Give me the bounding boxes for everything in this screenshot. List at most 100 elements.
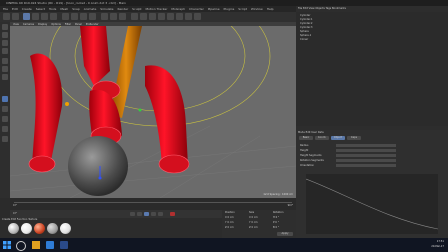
red-tube-right[interactable] (145, 65, 188, 166)
object-row-5[interactable]: Sphere (300, 30, 309, 33)
coord-pos-z[interactable]: Z 0 cm (225, 226, 234, 229)
red-tube-top[interactable] (80, 26, 110, 86)
live-selection-icon[interactable] (23, 13, 30, 20)
axis-mode-icon[interactable] (2, 48, 8, 54)
attr-tab-basic[interactable]: Basic (299, 136, 313, 140)
browser-icon[interactable] (46, 241, 54, 249)
redo-icon[interactable] (12, 13, 19, 20)
coord-size-x[interactable]: X 0 cm (249, 216, 258, 219)
material-menu-create[interactable]: Create (2, 218, 10, 221)
material-menu-texture[interactable]: Texture (28, 218, 37, 221)
solo-icon[interactable] (2, 136, 8, 142)
material-swatch-1[interactable] (8, 223, 19, 234)
axis-gizmo-point[interactable] (138, 108, 142, 112)
attr-tab-caps[interactable]: Caps (347, 136, 361, 140)
z-axis-icon[interactable] (80, 13, 87, 20)
om-menu-edit[interactable]: Edit (303, 7, 308, 10)
attr-menu-edit[interactable]: Edit (306, 131, 311, 134)
y-axis-icon[interactable] (71, 13, 78, 20)
apply-button[interactable]: Apply (277, 232, 293, 236)
handle-point[interactable] (65, 102, 69, 106)
x-axis-icon[interactable] (62, 13, 69, 20)
om-menu-file[interactable]: File (298, 7, 302, 10)
polygons-mode-icon[interactable] (2, 74, 8, 80)
texture-mode-icon[interactable] (2, 40, 8, 46)
spline-graph[interactable] (306, 174, 438, 234)
attr-input-radius[interactable] (336, 144, 396, 147)
om-menu-view[interactable]: View (309, 7, 315, 10)
deformer-icon[interactable] (167, 13, 174, 20)
render-settings-icon[interactable] (119, 13, 126, 20)
floor-icon[interactable] (176, 13, 183, 20)
world-coordinates-icon[interactable] (89, 13, 96, 20)
coord-size-z[interactable]: Z 0 cm (249, 226, 258, 229)
material-swatch-5[interactable] (60, 223, 71, 234)
workplane-icon[interactable] (2, 126, 8, 132)
om-menu-tags[interactable]: Tags (326, 7, 332, 10)
enable-axis-icon[interactable] (2, 96, 8, 102)
cloner-icon[interactable] (158, 13, 165, 20)
material-swatch-4[interactable] (47, 223, 58, 234)
undo-icon[interactable] (3, 13, 10, 20)
attr-menu-user-data[interactable]: User Data (311, 131, 323, 134)
windows-start-icon[interactable] (3, 241, 11, 249)
move-tool-icon[interactable] (32, 13, 39, 20)
material-menu-edit[interactable]: Edit (11, 218, 16, 221)
timeline[interactable]: 0 F 90 F (10, 198, 296, 210)
previous-frame-icon[interactable] (137, 212, 142, 216)
record-icon[interactable] (170, 212, 175, 216)
snap-icon[interactable] (2, 116, 8, 122)
coord-rot-h[interactable]: H 0 ° (273, 216, 279, 219)
edges-mode-icon[interactable] (2, 66, 8, 72)
scale-tool-icon[interactable] (41, 13, 48, 20)
object-row-6[interactable]: Sphere.1 (300, 34, 311, 37)
attr-input-height[interactable] (336, 149, 396, 152)
coord-size-y[interactable]: Y 0 cm (249, 221, 258, 224)
object-row-3[interactable]: Cylinder.2 (300, 22, 313, 25)
object-manager: Cylinder Cylinder.1 Cylinder.2 Cylinder.… (296, 12, 448, 126)
object-row-7[interactable]: Cloner (300, 38, 308, 41)
viewport-perspective[interactable]: View Cameras Display Options Filter Pane… (10, 22, 296, 198)
play-icon[interactable] (144, 212, 149, 216)
attr-menu-mode[interactable]: Mode (298, 131, 305, 134)
material-swatch-3[interactable] (34, 223, 45, 234)
attr-input-rotation-segments[interactable] (336, 159, 396, 162)
axis-gizmo-center[interactable] (98, 176, 102, 180)
object-row-1[interactable]: Cylinder (300, 14, 310, 17)
om-menu-bookmarks[interactable]: Bookmarks (332, 7, 346, 10)
go-to-end-icon[interactable] (158, 212, 163, 216)
material-swatch-2[interactable] (21, 223, 32, 234)
rotate-tool-icon[interactable] (50, 13, 57, 20)
coord-pos-y[interactable]: Y 0 cm (225, 221, 234, 224)
points-mode-icon[interactable] (2, 58, 8, 64)
search-icon[interactable] (16, 241, 26, 251)
light-icon[interactable] (194, 13, 201, 20)
cinema4d-taskbar-icon[interactable] (60, 241, 68, 249)
red-tube-left[interactable] (30, 53, 63, 166)
pen-icon[interactable] (140, 13, 147, 20)
coord-rot-p[interactable]: P 0 ° (273, 221, 279, 224)
make-editable-icon[interactable] (2, 24, 8, 30)
camera-icon[interactable] (185, 13, 192, 20)
object-row-2[interactable]: Cylinder.1 (300, 18, 313, 21)
attr-tab-object[interactable]: Object (331, 136, 345, 140)
model-mode-icon[interactable] (2, 32, 8, 38)
timeline-start: 0 F (13, 204, 17, 207)
render-picture-viewer-icon[interactable] (110, 13, 117, 20)
om-menu-objects[interactable]: Objects (315, 7, 324, 10)
file-explorer-icon[interactable] (32, 241, 40, 249)
grey-sphere[interactable] (68, 136, 128, 196)
render-view-icon[interactable] (101, 13, 108, 20)
coord-rot-b[interactable]: B 0 ° (273, 226, 279, 229)
object-row-4[interactable]: Cylinder.3 (300, 26, 313, 29)
cube-icon[interactable] (131, 13, 138, 20)
coord-pos-x[interactable]: X 0 cm (225, 216, 234, 219)
material-menu-function[interactable]: Function (17, 218, 28, 221)
attr-tab-coord[interactable]: Coord. (315, 136, 329, 140)
subdivision-icon[interactable] (149, 13, 156, 20)
next-frame-icon[interactable] (151, 212, 156, 216)
tweak-mode-icon[interactable] (2, 106, 8, 112)
go-to-start-icon[interactable] (130, 212, 135, 216)
attr-input-height-segments[interactable] (336, 154, 396, 157)
attr-input-orientation[interactable] (336, 164, 396, 167)
